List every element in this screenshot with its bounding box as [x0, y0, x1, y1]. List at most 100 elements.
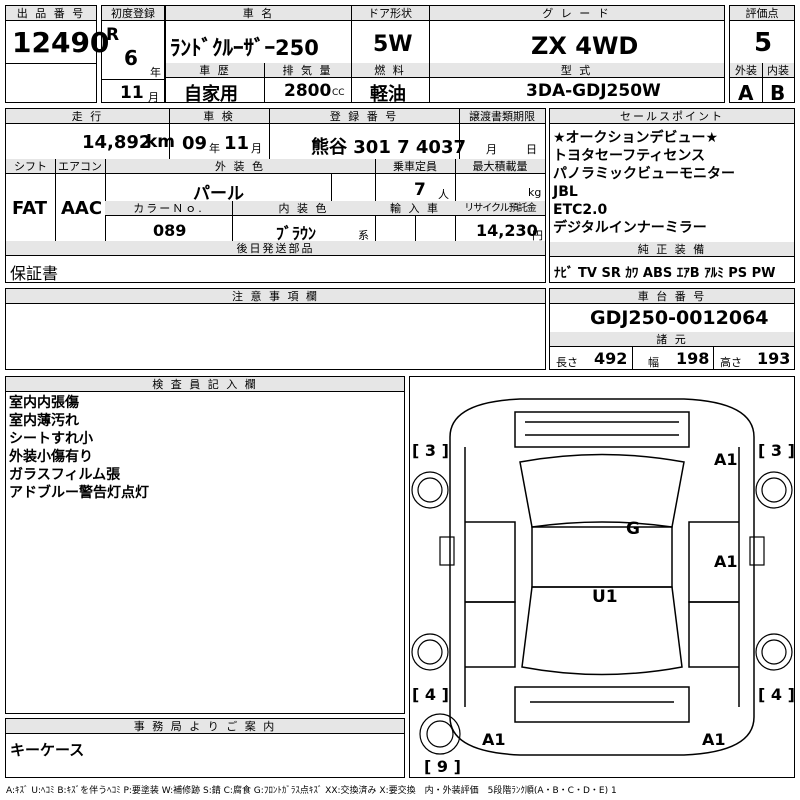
fuel-type: 軽油	[370, 84, 406, 105]
inspector-block: 検 査 員 記 入 欄 室内内張傷室内薄汚れシートすれ小 外装小傷有りガラスフィル…	[5, 376, 405, 714]
reg-year: 6	[124, 46, 138, 70]
office-block: 事 務 局 よ り ご 案 内 キーケース	[5, 718, 405, 778]
int-score: B	[770, 81, 786, 105]
inspector-note-item: 室内内張傷	[9, 395, 79, 411]
insp-month-unit: 月	[251, 142, 262, 155]
inspector-header: 検 査 員 記 入 欄	[6, 377, 404, 392]
later-parts-header: 後日発送部品	[6, 241, 545, 256]
inspector-note-item: 外装小傷有り	[9, 449, 93, 465]
width-label: 幅	[648, 356, 659, 369]
score-cell: 評価点 5 外装 内装 A B	[729, 5, 795, 105]
year-unit: 年	[150, 66, 161, 79]
chassis-header: 車 台 番 号	[550, 289, 794, 304]
sales-point-item: ★オークションデビュー★	[553, 130, 719, 146]
reg-no-header: 登 録 番 号	[269, 109, 459, 124]
damage-a1-bottom-left: A1	[482, 730, 506, 749]
sales-point-item: ETC2.0	[553, 202, 608, 218]
capacity-header: 乗車定員	[375, 159, 455, 174]
damage-a1-front-right: A1	[714, 450, 738, 469]
ext-color-header: 外 装 色	[105, 159, 375, 174]
transfer-doc-header: 譲渡書類期限	[459, 109, 545, 124]
diagram-bl: [ 4 ]	[412, 685, 449, 704]
inspector-note-item: アドブルー警告灯点灯	[9, 485, 149, 501]
diagram-tr: [ 3 ]	[758, 441, 795, 460]
car-info-block: 車 名 ドア形状 グ レ ー ド ﾗﾝﾄﾞｸﾙｰｻﾞｰ250 5W ZX 4WD…	[165, 5, 725, 105]
overall-score: 5	[754, 28, 773, 58]
door-type: 5W	[373, 32, 413, 57]
diagram-bottom: [ 9 ]	[424, 757, 461, 776]
month-unit: 月	[148, 91, 159, 104]
legend-line: A:ｷｽﾞ U:ﾍｺﾐ B:ｷｽﾞを伴うﾍｺﾐ P:要塗装 W:補修跡 S:錆 …	[6, 786, 617, 796]
damage-u1: U1	[592, 587, 618, 607]
displacement: 2800	[284, 81, 332, 101]
mileage-header: 走 行	[6, 109, 169, 124]
import-header: 輸 入 車	[375, 201, 455, 216]
height-label: 高さ	[720, 356, 742, 369]
damage-g: G	[626, 519, 640, 539]
ext-score: A	[738, 81, 754, 105]
notes-header: 注 意 事 項 欄	[6, 289, 545, 304]
inspection-header: 車 検	[169, 109, 269, 124]
load-unit: kg	[528, 186, 542, 199]
genuine-equipment: ﾅﾋﾞ TV SR ｶﾜ ABS ｴｱB ｱﾙﾐ PS PW	[554, 266, 776, 281]
car-outline-svg	[411, 398, 793, 756]
model-code: 3DA-GDJ250W	[526, 81, 661, 101]
genuine-eq-header: 純 正 装 備	[550, 242, 794, 257]
dimensions-header: 諸 元	[550, 332, 794, 347]
first-reg-header: 初度登録	[102, 6, 164, 21]
vehicle-history: 自家用	[184, 84, 238, 105]
displacement-header: 排 気 量	[264, 63, 351, 78]
length: 492	[594, 349, 628, 368]
model-code-header: 型 式	[429, 63, 724, 78]
car-name: ﾗﾝﾄﾞｸﾙｰｻﾞｰ250	[170, 36, 319, 60]
color-number: 089	[153, 221, 187, 240]
transfer-month: 月	[486, 143, 497, 156]
fuel-header: 燃 料	[351, 63, 429, 78]
int-color-header: 内 装 色	[232, 201, 375, 216]
score-header: 評価点	[730, 6, 794, 21]
insp-year-unit: 年	[209, 142, 220, 155]
shift-header: シフト	[6, 159, 55, 174]
sales-point-item: JBL	[553, 184, 578, 200]
chassis-number: GDJ250-0012064	[590, 307, 769, 329]
shift-type: FAT	[12, 198, 48, 219]
car-name-header: 車 名	[166, 6, 351, 21]
damage-a1-right: A1	[714, 552, 738, 571]
km-unit: km	[146, 132, 176, 152]
office-note: キーケース	[10, 741, 85, 759]
inspector-note-item: シートすれ小	[9, 431, 93, 447]
diagram-tl: [ 3 ]	[412, 441, 449, 460]
aircon-header: エアコン	[55, 159, 105, 174]
color-no-header: カラーＮｏ.	[105, 201, 232, 216]
later-parts: 保証書	[10, 264, 59, 283]
detail-block: 走 行 車 検 登 録 番 号 譲渡書類期限 14,892 km 09 年 11…	[5, 108, 546, 283]
first-registration-cell: 初度登録 R 6 年 11 月	[101, 5, 165, 104]
sales-point-item: パノラミックビューモニター	[553, 166, 735, 182]
reg-month: 11	[120, 83, 144, 103]
mileage: 14,892	[82, 132, 152, 153]
recycle-fee: 14,230	[476, 221, 538, 240]
int-header: 内装	[762, 63, 794, 78]
capacity-unit: 人	[438, 188, 449, 201]
era: R	[106, 25, 120, 45]
ext-header: 外装	[730, 63, 762, 78]
inspector-note-item: 室内薄汚れ	[9, 413, 79, 429]
door-header: ドア形状	[351, 6, 429, 21]
grade-header: グ レ ー ド	[429, 6, 724, 21]
history-header: 車 歴	[166, 63, 264, 78]
grade: ZX 4WD	[531, 32, 639, 60]
capacity: 7	[414, 180, 426, 200]
registration-number: 熊谷 301 7 4037	[311, 137, 466, 158]
transfer-day: 日	[526, 143, 537, 156]
sales-points-block: セールスポイント ★オークションデビュー★ トヨタセーフティセンス パノラミックビュ…	[549, 108, 795, 283]
sales-point-item: デジタルインナーミラー	[553, 220, 707, 236]
chassis-block: 車 台 番 号 GDJ250-0012064 諸 元 長さ 492 幅 198 …	[549, 288, 795, 370]
inspector-notes-list: 室内内張傷室内薄汚れシートすれ小 外装小傷有りガラスフィルム張アドブルー警告灯点灯	[9, 394, 149, 502]
height: 193	[757, 349, 791, 368]
inspection-year: 09	[182, 133, 208, 154]
max-load-header: 最大積載量	[455, 159, 545, 174]
cc-unit: CC	[332, 88, 345, 98]
lot-number: 12490	[12, 26, 110, 59]
notes-block: 注 意 事 項 欄	[5, 288, 546, 370]
inspector-note-item: ガラスフィルム張	[9, 467, 121, 483]
